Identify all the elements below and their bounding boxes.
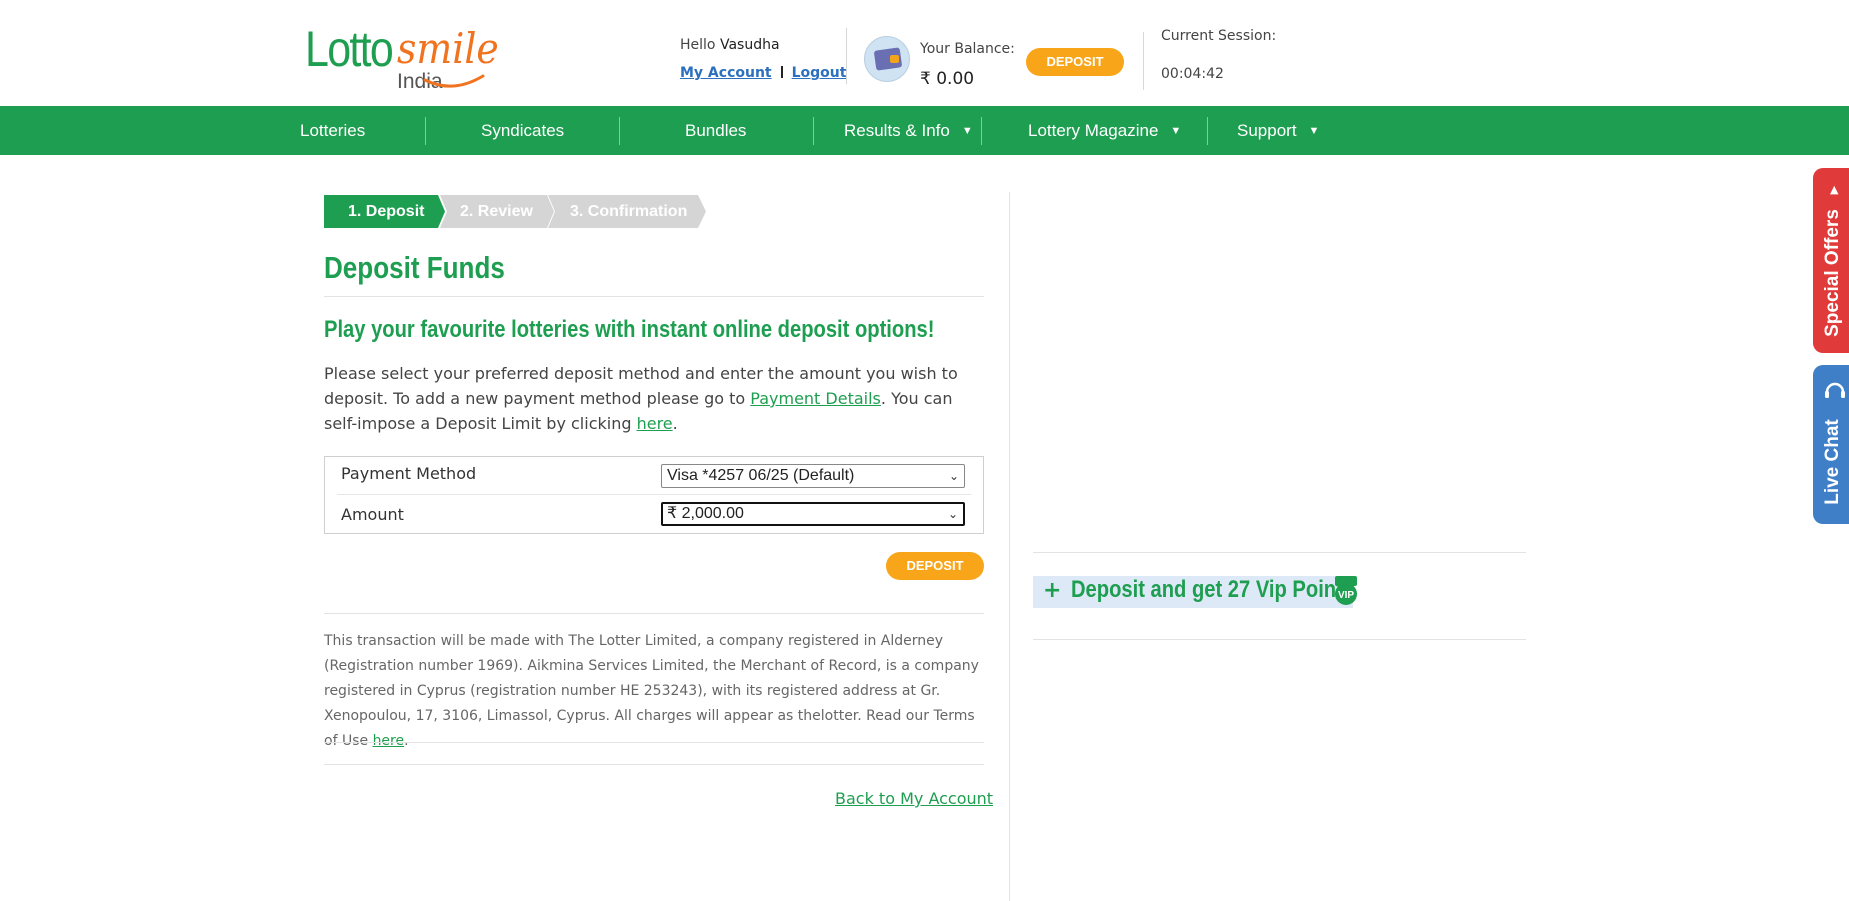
site-header: Lotto smile India Hello Vasudha My Accou… <box>0 0 1849 106</box>
step-deposit: 1. Deposit <box>324 195 445 228</box>
nav-label: Syndicates <box>481 121 565 140</box>
logo-smile: smile <box>397 24 499 73</box>
divider <box>1033 552 1526 553</box>
deposit-button[interactable]: DEPOSIT <box>886 552 984 580</box>
legal-end: . <box>404 733 409 749</box>
deposit-form: Payment Method Visa *4257 06/25 (Default… <box>324 456 984 534</box>
wallet-icon <box>864 36 910 82</box>
nav-label: Support <box>1237 121 1297 140</box>
header-divider <box>846 28 847 84</box>
nav-label: Lottery Magazine <box>1028 121 1159 140</box>
back-to-account-link[interactable]: Back to My Account <box>835 789 993 808</box>
divider <box>324 296 984 297</box>
logo-swoosh-icon <box>423 74 485 88</box>
intro-text-3: . <box>672 414 678 433</box>
headset-icon <box>1825 382 1845 398</box>
nav-lottery-magazine[interactable]: Lottery Magazine ▼ <box>1028 106 1181 155</box>
balance-label: Your Balance: <box>920 41 1015 57</box>
vip-badge-icon: VIP <box>1335 576 1357 605</box>
header-deposit-button[interactable]: DEPOSIT <box>1026 48 1124 76</box>
my-account-link[interactable]: My Account <box>680 65 772 81</box>
logo-lotto: Lotto <box>305 21 394 77</box>
divider <box>324 742 984 743</box>
chevron-down-icon: ▼ <box>961 125 973 137</box>
step-confirmation: 3. Confirmation <box>548 195 706 228</box>
intro-text: Please select your preferred deposit met… <box>324 361 964 436</box>
deposit-limit-link[interactable]: here <box>637 414 673 433</box>
nav-syndicates[interactable]: Syndicates <box>481 106 564 155</box>
divider <box>324 764 984 765</box>
logout-link[interactable]: Logout <box>792 65 847 81</box>
chevron-down-icon: ▼ <box>1170 125 1182 137</box>
nav-divider <box>981 117 982 145</box>
nav-divider <box>619 117 620 145</box>
special-offers-tab[interactable]: ▲ Special Offers <box>1813 168 1849 353</box>
amount-value: ₹ 2,000.00 <box>667 505 744 522</box>
special-offers-label: Special Offers <box>1822 209 1843 338</box>
divider <box>324 613 984 614</box>
expand-plus-icon[interactable]: + <box>1043 578 1061 603</box>
session-time: 00:04:42 <box>1161 66 1224 82</box>
payment-method-label: Payment Method <box>341 464 477 483</box>
nav-support[interactable]: Support ▼ <box>1237 106 1319 155</box>
divider <box>1033 639 1526 640</box>
legal-text: This transaction will be made with The L… <box>324 633 979 749</box>
live-chat-label: Live Chat <box>1822 419 1843 505</box>
live-chat-tab[interactable]: Live Chat <box>1813 365 1849 524</box>
payment-details-link[interactable]: Payment Details <box>750 389 881 408</box>
vip-points-text: Deposit and get 27 Vip Points <box>1071 576 1355 603</box>
page-subtitle: Play your favourite lotteries with insta… <box>324 316 935 343</box>
arrow-up-icon: ▲ <box>1830 183 1839 196</box>
nav-bundles[interactable]: Bundles <box>685 106 746 155</box>
vip-badge-label: VIP <box>1338 590 1354 601</box>
username: Vasudha <box>719 37 780 53</box>
page-title: Deposit Funds <box>324 250 505 285</box>
payment-method-value: Visa *4257 06/25 (Default) <box>667 467 855 484</box>
amount-label: Amount <box>341 505 404 524</box>
session-label: Current Session: <box>1161 28 1277 44</box>
main-nav: Lotteries Syndicates Bundles Results & I… <box>0 106 1849 155</box>
greeting-prefix: Hello <box>680 37 716 53</box>
nav-results-info[interactable]: Results & Info ▼ <box>844 106 973 155</box>
lottosmile-logo[interactable]: Lotto smile India <box>305 20 499 93</box>
nav-label: Lotteries <box>300 121 366 140</box>
legal-notice: This transaction will be made with The L… <box>324 629 984 754</box>
chevron-down-icon: ⌄ <box>947 507 958 521</box>
payment-method-select[interactable]: Visa *4257 06/25 (Default) ⌄ <box>661 464 965 488</box>
chevron-down-icon: ▼ <box>1308 125 1320 137</box>
nav-divider <box>1207 117 1208 145</box>
header-divider <box>1143 32 1144 90</box>
nav-lotteries[interactable]: Lotteries <box>300 106 365 155</box>
step-review: 2. Review <box>440 195 554 228</box>
column-divider <box>1009 192 1010 901</box>
terms-link[interactable]: here <box>373 733 405 749</box>
nav-divider <box>425 117 426 145</box>
amount-select[interactable]: ₹ 2,000.00 ⌄ <box>661 502 965 526</box>
nav-label: Bundles <box>685 121 747 140</box>
balance-value: ₹ 0.00 <box>920 69 975 89</box>
nav-divider <box>813 117 814 145</box>
greeting: Hello Vasudha <box>680 37 780 53</box>
form-row-divider <box>337 494 971 495</box>
link-separator <box>780 66 783 78</box>
chevron-down-icon: ⌄ <box>948 469 959 483</box>
account-links: My Account Logout <box>680 65 846 81</box>
nav-label: Results & Info <box>844 121 950 140</box>
